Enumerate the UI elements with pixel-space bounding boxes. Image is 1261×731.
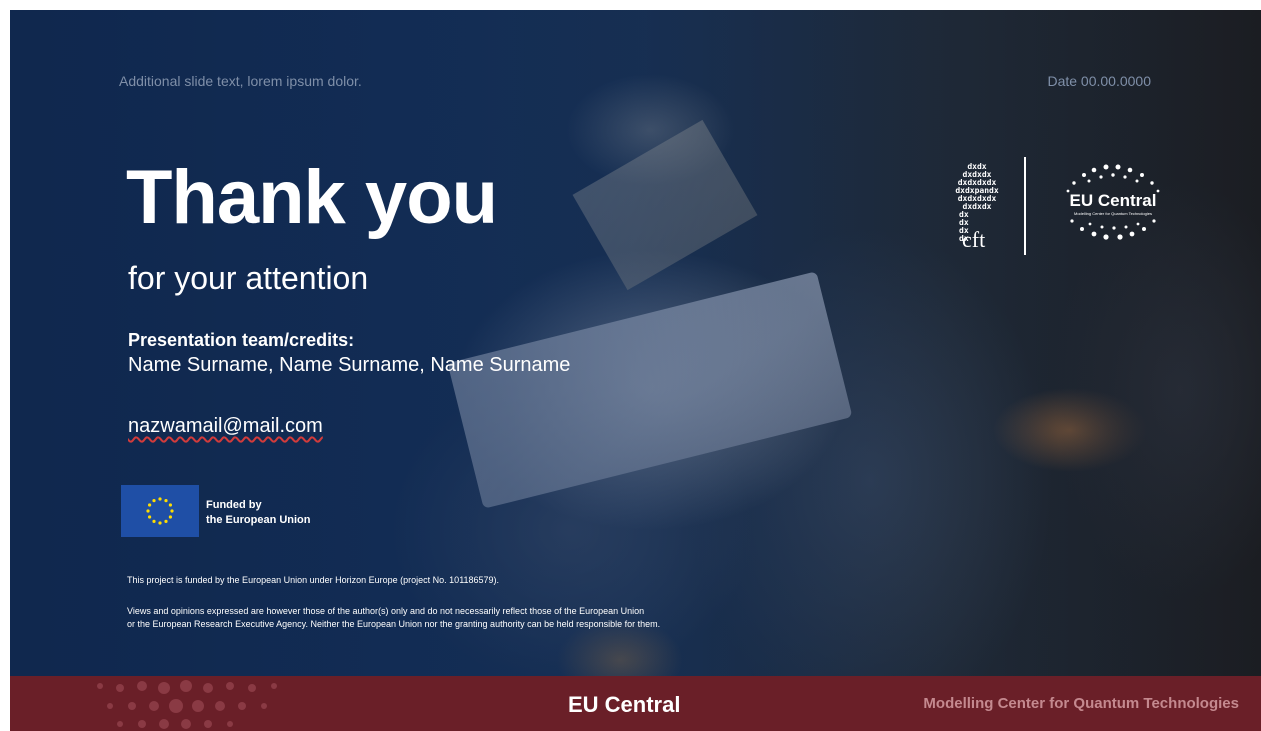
disclaimer-views: Views and opinions expressed are however… bbox=[127, 605, 847, 631]
footer-bar: EU Central Modelling Center for Quantum … bbox=[10, 676, 1261, 731]
credits-names: Name Surname, Name Surname, Name Surname bbox=[128, 354, 571, 376]
background-photo-notebook-far bbox=[572, 119, 758, 291]
eu-central-logo: EU Central Modelling Center for Quantum … bbox=[1054, 161, 1172, 245]
slide: Additional slide text, lorem ipsum dolor… bbox=[10, 10, 1261, 731]
eu-central-logo-title: EU Central bbox=[1069, 191, 1157, 210]
eu-central-logo-subtitle: Modelling Center for Quantum Technologie… bbox=[1074, 211, 1152, 216]
footer-tagline: Modelling Center for Quantum Technologie… bbox=[923, 695, 1239, 712]
cft-line: dx bbox=[959, 210, 969, 219]
slide-date: Date 00.00.0000 bbox=[1047, 73, 1151, 89]
dot-pattern-icon bbox=[97, 680, 277, 729]
email-link[interactable]: nazwamail@mail.com bbox=[128, 415, 323, 438]
credits-title: Presentation team/credits: bbox=[128, 330, 355, 350]
disclaimer-funding: This project is funded by the European U… bbox=[127, 575, 500, 585]
funded-by-eu-label: Funded by the European Union bbox=[206, 498, 311, 528]
background-photo-notebook bbox=[447, 271, 853, 509]
slide-subtitle: for your attention bbox=[128, 260, 369, 296]
funded-line-2: the European Union bbox=[206, 513, 311, 526]
disclaimer-views-line-1: Views and opinions expressed are however… bbox=[127, 606, 645, 616]
partner-logos: dxdx dxdxdx dxdxdxdx dxdxpandx dxdxdxdx … bbox=[922, 155, 1182, 260]
cft-line: dx bbox=[959, 218, 969, 227]
top-left-text: Additional slide text, lorem ipsum dolor… bbox=[119, 73, 362, 89]
funded-line-1: Funded by bbox=[206, 499, 262, 511]
disclaimer-views-line-2: or the European Research Executive Agenc… bbox=[127, 619, 661, 630]
footer-title: EU Central bbox=[568, 692, 681, 717]
eu-flag-icon bbox=[121, 485, 199, 537]
logo-divider bbox=[1024, 157, 1026, 255]
cft-logo-word: cft bbox=[962, 227, 986, 252]
slide-title: Thank you bbox=[126, 155, 498, 240]
cft-line: dxdxdx bbox=[962, 202, 992, 211]
